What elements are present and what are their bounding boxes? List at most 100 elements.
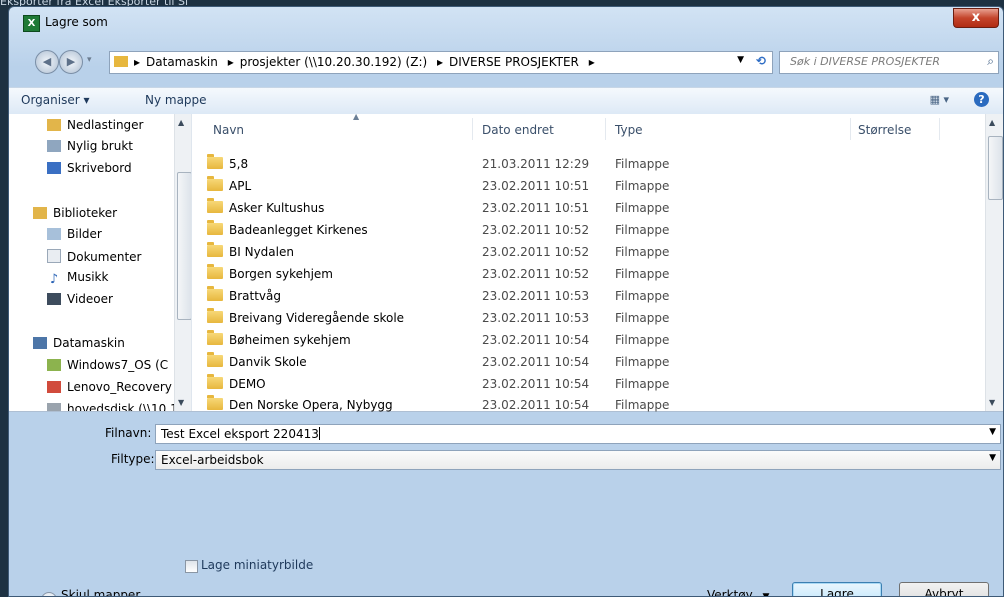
network-drive-icon bbox=[47, 403, 61, 411]
nav-item-recent[interactable]: Nylig brukt bbox=[47, 139, 133, 153]
hide-folders-button[interactable]: ▲Skjul mapper bbox=[41, 588, 140, 596]
list-item[interactable]: Brattvåg 23.02.2011 10:53 Filmappe bbox=[195, 285, 965, 307]
command-toolbar: Organiser ▾ Ny mappe ▦ ▾ ? bbox=[9, 87, 1003, 115]
nav-item-desktop[interactable]: Skrivebord bbox=[47, 161, 132, 175]
filename-label: Filnavn: bbox=[105, 426, 152, 440]
sort-ascending-icon: ▲ bbox=[353, 112, 360, 121]
libraries-icon bbox=[33, 207, 47, 219]
address-bar[interactable]: ▸ Datamaskin ▸ prosjekter (\\10.20.30.192)… bbox=[109, 51, 773, 74]
drive-icon bbox=[47, 359, 61, 371]
list-item[interactable]: DEMO 23.02.2011 10:54 Filmappe bbox=[195, 373, 965, 395]
navigation-pane: Nedlastinger Nylig brukt Skrivebord Bibl… bbox=[9, 114, 192, 411]
filename-input[interactable]: Test Excel eksport 220413 ▼ bbox=[155, 424, 1001, 444]
thumbnail-checkbox[interactable] bbox=[185, 560, 198, 573]
column-header-size[interactable]: Størrelse bbox=[858, 123, 911, 137]
pictures-icon bbox=[47, 228, 61, 240]
folder-icon bbox=[207, 154, 223, 169]
folder-icon bbox=[207, 242, 223, 257]
filetype-select[interactable]: Excel-arbeidsbok ▼ bbox=[155, 450, 1001, 470]
nav-item-downloads[interactable]: Nedlastinger bbox=[47, 118, 144, 132]
list-item[interactable]: APL 23.02.2011 10:51 Filmappe bbox=[195, 175, 965, 197]
search-input[interactable]: Søk i DIVERSE PROSJEKTER ⌕ bbox=[779, 51, 999, 74]
help-icon[interactable]: ? bbox=[974, 92, 989, 107]
recent-pages-dropdown[interactable]: ▾ bbox=[87, 55, 92, 65]
nav-item-documents[interactable]: Dokumenter bbox=[47, 249, 141, 264]
list-item[interactable]: Asker Kultushus 23.02.2011 10:51 Filmappe bbox=[195, 197, 965, 219]
nav-item-drive-c[interactable]: Windows7_OS (C bbox=[47, 358, 168, 372]
music-icon: ♪ bbox=[49, 272, 59, 287]
view-options-icon[interactable]: ▦ ▾ bbox=[930, 93, 949, 106]
scroll-up-icon[interactable]: ▲ bbox=[178, 118, 184, 127]
folder-icon bbox=[207, 374, 223, 389]
breadcrumb-folder[interactable]: DIVERSE PROSJEKTER bbox=[449, 55, 579, 69]
recovery-drive-icon bbox=[47, 381, 61, 393]
folder-icon bbox=[207, 352, 223, 367]
browser-pane: Nedlastinger Nylig brukt Skrivebord Bibl… bbox=[9, 112, 1003, 412]
address-row: ◀ ▶ ▾ ▸ Datamaskin ▸ prosjekter (\\10.20.3… bbox=[9, 45, 1003, 79]
file-list-scrollbar[interactable]: ▲ ▼ bbox=[985, 114, 1003, 411]
thumbnail-label[interactable]: Lage miniatyrbilde bbox=[201, 558, 313, 572]
nav-item-network-drive[interactable]: hovedsdisk (\\10.1 bbox=[47, 402, 178, 411]
scroll-up-icon[interactable]: ▲ bbox=[989, 118, 995, 127]
nav-scrollbar[interactable]: ▲ ▼ bbox=[174, 114, 191, 411]
list-item[interactable]: Danvik Skole 23.02.2011 10:54 Filmappe bbox=[195, 351, 965, 373]
refresh-icon[interactable]: ⟲ bbox=[756, 54, 766, 68]
breadcrumb-computer[interactable]: Datamaskin bbox=[146, 55, 218, 69]
search-icon[interactable]: ⌕ bbox=[987, 54, 994, 69]
save-as-dialog: X Lagre som x ◀ ▶ ▾ ▸ Datamaskin ▸ prosjek… bbox=[8, 6, 1004, 597]
chevron-down-icon[interactable]: ▼ bbox=[989, 427, 996, 437]
scroll-down-icon[interactable]: ▼ bbox=[989, 398, 995, 407]
save-form: Filnavn: Test Excel eksport 220413 ▼ Fil… bbox=[9, 412, 1003, 596]
address-dropdown-icon[interactable]: ▼ bbox=[737, 55, 744, 65]
filetype-label: Filtype: bbox=[111, 452, 155, 466]
new-folder-button[interactable]: Ny mappe bbox=[145, 93, 207, 107]
folder-icon bbox=[114, 56, 128, 70]
folder-icon bbox=[207, 395, 223, 410]
back-button[interactable]: ◀ bbox=[35, 50, 59, 74]
list-item[interactable]: Bøheimen sykehjem 23.02.2011 10:54 Filmapp… bbox=[195, 329, 965, 351]
nav-item-recovery[interactable]: Lenovo_Recovery bbox=[47, 380, 172, 394]
file-list-scroll-thumb[interactable] bbox=[988, 136, 1003, 200]
column-header-date[interactable]: Dato endret bbox=[482, 123, 554, 137]
chevron-down-icon[interactable]: ▼ bbox=[989, 453, 996, 463]
list-item[interactable]: 5,8 21.03.2011 12:29 Filmappe bbox=[195, 153, 965, 175]
scroll-down-icon[interactable]: ▼ bbox=[178, 398, 184, 407]
organize-button[interactable]: Organiser ▾ bbox=[21, 93, 89, 107]
folder-icon bbox=[207, 308, 223, 323]
nav-group-libraries[interactable]: Biblioteker bbox=[33, 206, 117, 220]
documents-icon bbox=[47, 249, 61, 263]
window-title: Lagre som bbox=[45, 15, 108, 29]
nav-item-pictures[interactable]: Bilder bbox=[47, 227, 102, 241]
folder-icon bbox=[207, 264, 223, 279]
forward-button[interactable]: ▶ bbox=[59, 50, 83, 74]
folder-icon bbox=[207, 220, 223, 235]
list-item[interactable]: Borgen sykehjem 23.02.2011 10:52 Filmappe bbox=[195, 263, 965, 285]
folder-icon bbox=[207, 330, 223, 345]
column-header-name[interactable]: Navn bbox=[213, 123, 244, 137]
breadcrumb-drive[interactable]: prosjekter (\\10.20.30.192) (Z:) bbox=[240, 55, 427, 69]
nav-item-music[interactable]: ♪ Musikk bbox=[47, 270, 109, 287]
nav-group-computer[interactable]: Datamaskin bbox=[33, 336, 125, 350]
recent-icon bbox=[47, 140, 61, 152]
folder-icon bbox=[207, 176, 223, 191]
computer-icon bbox=[33, 337, 47, 349]
file-list: Navn ▲ Dato endret Type Størrelse 5,8 21.… bbox=[195, 112, 987, 412]
list-item[interactable]: Breivang Videregående skole 23.02.2011 10… bbox=[195, 307, 965, 329]
breadcrumb: ▸ Datamaskin ▸ prosjekter (\\10.20.30.192)… bbox=[134, 55, 595, 69]
nav-scroll-thumb[interactable] bbox=[177, 172, 191, 320]
list-item[interactable]: Badeanlegget Kirkenes 23.02.2011 10:52 Fil… bbox=[195, 219, 965, 241]
column-header-type[interactable]: Type bbox=[615, 123, 643, 137]
folder-icon bbox=[207, 286, 223, 301]
desktop-icon bbox=[47, 162, 61, 174]
filename-value: Test Excel eksport 220413 bbox=[161, 427, 319, 441]
nav-item-videos[interactable]: Videoer bbox=[47, 292, 113, 306]
folder-icon bbox=[207, 198, 223, 213]
close-button[interactable]: x bbox=[953, 8, 999, 28]
downloads-icon bbox=[47, 119, 61, 131]
title-bar: X Lagre som x bbox=[9, 7, 1003, 37]
search-placeholder: Søk i DIVERSE PROSJEKTER bbox=[790, 55, 941, 68]
filetype-value: Excel-arbeidsbok bbox=[161, 453, 264, 467]
list-item[interactable]: BI Nydalen 23.02.2011 10:52 Filmappe bbox=[195, 241, 965, 263]
tools-button[interactable]: Verktøy ▼ bbox=[707, 588, 769, 596]
excel-app-icon: X bbox=[23, 15, 40, 32]
